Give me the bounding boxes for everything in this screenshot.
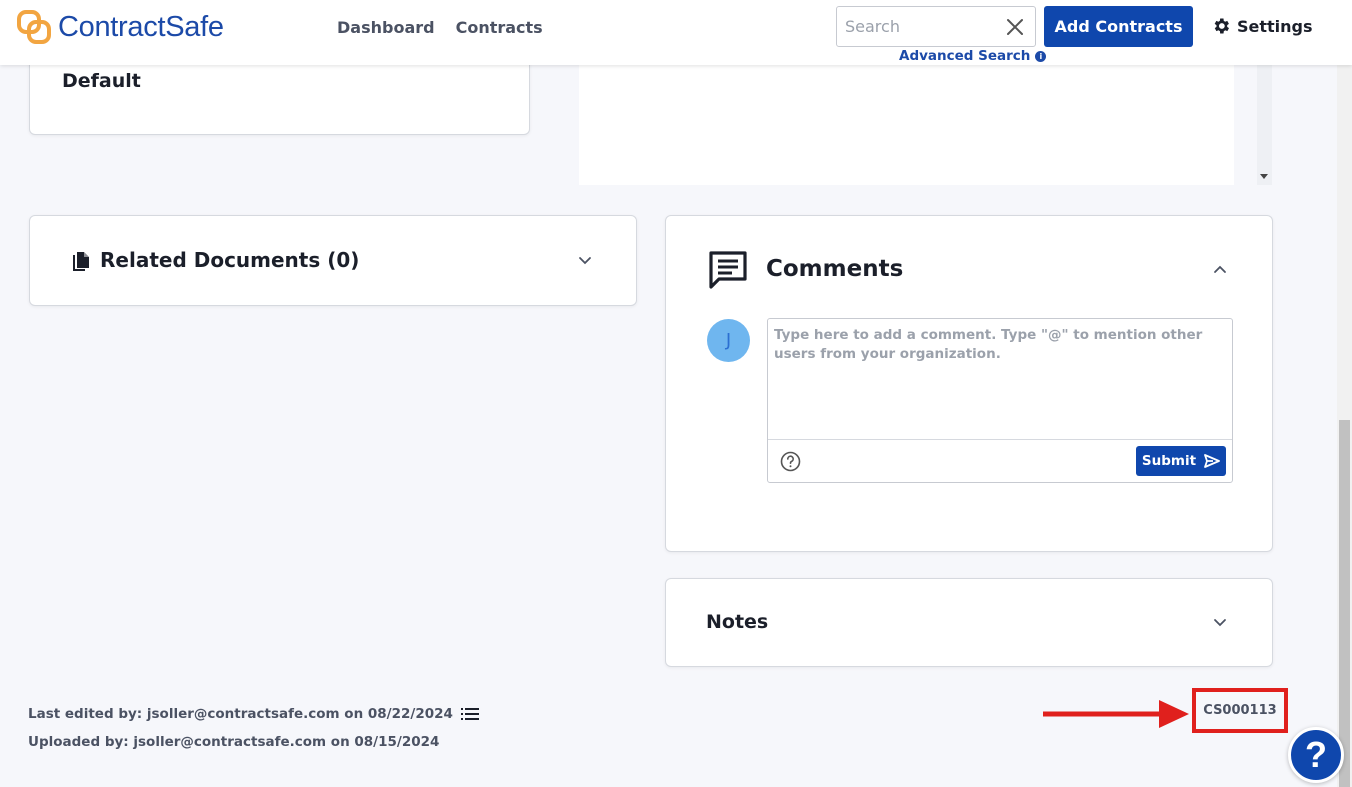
search-input[interactable]: [837, 7, 997, 46]
comment-toolbar: Submit: [768, 439, 1232, 482]
list-icon[interactable]: [460, 707, 479, 721]
settings-label: Settings: [1237, 16, 1313, 36]
default-card: Default: [29, 55, 530, 135]
default-label: Default: [62, 70, 141, 92]
nav-contracts[interactable]: Contracts: [456, 18, 543, 37]
question-circle-icon[interactable]: [780, 451, 801, 472]
chevron-up-icon[interactable]: [1213, 262, 1227, 276]
notes-card[interactable]: Notes: [665, 578, 1273, 667]
comment-input[interactable]: [768, 319, 1232, 439]
help-button[interactable]: ?: [1288, 727, 1344, 783]
document-preview-panel: [579, 55, 1234, 185]
chevron-down-icon[interactable]: [578, 254, 592, 268]
uploaded-info: Uploaded by: jsoller@contractsafe.com on…: [28, 734, 440, 750]
submit-button[interactable]: Submit: [1136, 446, 1226, 476]
notes-title: Notes: [706, 611, 769, 633]
comments-card: Comments J Submit: [665, 215, 1273, 552]
close-icon[interactable]: [1005, 17, 1025, 37]
info-icon: i: [1035, 50, 1047, 62]
avatar: J: [707, 319, 750, 362]
contract-id: CS000113: [1192, 688, 1288, 733]
main-nav: Dashboard Contracts: [337, 18, 543, 37]
advanced-search-link[interactable]: Advanced Search i: [899, 48, 1047, 64]
scroll-down-arrow-icon[interactable]: [1260, 174, 1268, 179]
add-contracts-button[interactable]: Add Contracts: [1044, 6, 1193, 47]
document-copy-icon: [73, 252, 89, 271]
chevron-down-icon[interactable]: [1213, 616, 1227, 630]
red-arrow-annotation: [1043, 700, 1189, 728]
send-icon: [1204, 454, 1220, 468]
page-scrollbar-thumb[interactable]: [1339, 420, 1350, 787]
contractsafe-logo-icon: [17, 10, 51, 44]
preview-scrollbar[interactable]: [1257, 55, 1272, 185]
logo[interactable]: ContractSafe: [16, 9, 224, 45]
advanced-search-label: Advanced Search: [899, 48, 1031, 64]
last-edited-info: Last edited by: jsoller@contractsafe.com…: [28, 706, 479, 722]
top-header: ContractSafe Dashboard Contracts Advance…: [0, 0, 1352, 65]
comment-icon: [709, 251, 747, 289]
settings-button[interactable]: Settings: [1211, 16, 1313, 36]
gear-icon: [1214, 18, 1229, 34]
search-box: [836, 6, 1036, 47]
comment-box: Submit: [767, 318, 1233, 483]
related-documents-title: Related Documents (0): [100, 248, 360, 272]
nav-dashboard[interactable]: Dashboard: [337, 18, 435, 37]
last-edited-text: Last edited by: jsoller@contractsafe.com…: [28, 706, 453, 722]
submit-label: Submit: [1141, 453, 1197, 469]
logo-text: ContractSafe: [58, 10, 224, 43]
page-scrollbar[interactable]: [1337, 65, 1352, 787]
comments-title: Comments: [766, 256, 904, 282]
related-documents-card[interactable]: Related Documents (0): [29, 215, 637, 306]
